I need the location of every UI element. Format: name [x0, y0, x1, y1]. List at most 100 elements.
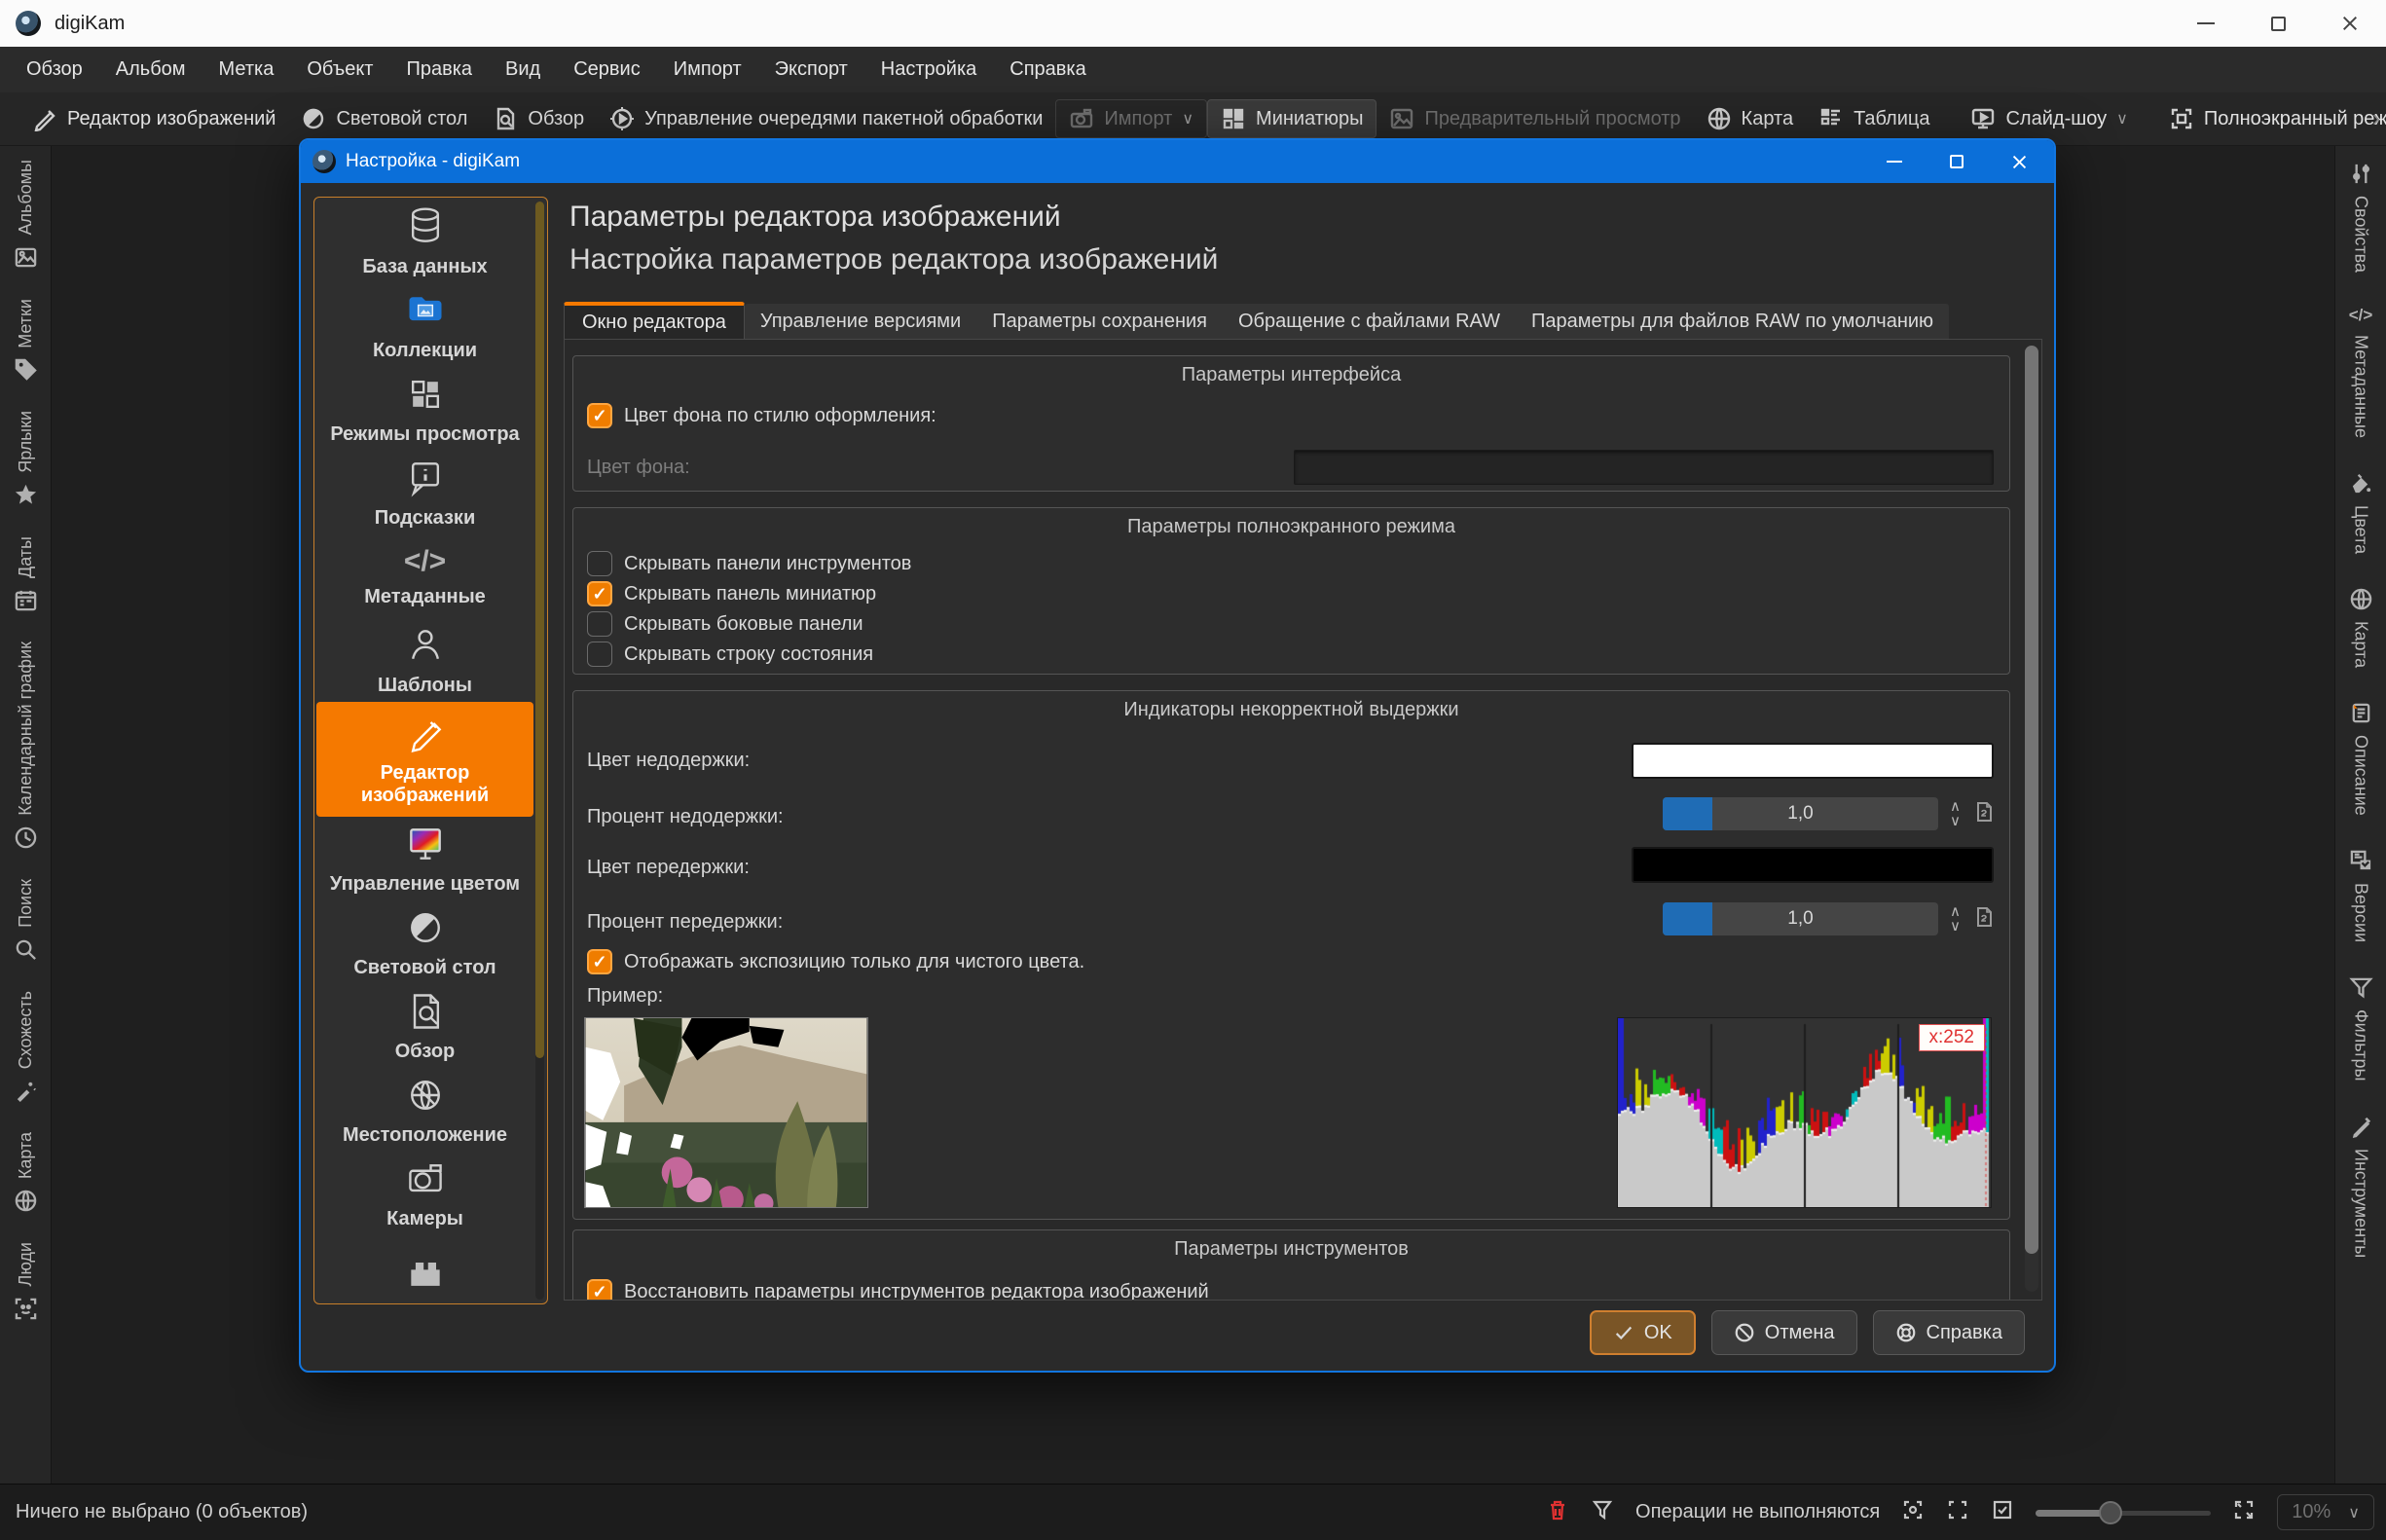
- close-button[interactable]: [2314, 0, 2386, 47]
- category-tooltips[interactable]: Подсказки: [316, 451, 533, 534]
- zoom-level-select[interactable]: 10% ∨: [2277, 1494, 2374, 1530]
- category-browse[interactable]: Обзор: [316, 984, 533, 1068]
- page-scrollbar[interactable]: [2025, 346, 2038, 1292]
- menu-tag[interactable]: Метка: [202, 47, 291, 92]
- toolbar-overflow-chevron-icon[interactable]: ›: [2372, 105, 2380, 132]
- sidebar-item-metadata[interactable]: </> Метаданные: [2349, 306, 2373, 438]
- hide-thumbbar-checkbox-row[interactable]: Скрывать панель миниатюр: [587, 581, 876, 606]
- spin-up-icon[interactable]: ∧: [1950, 905, 1961, 918]
- overexposure-color-swatch[interactable]: [1632, 847, 1994, 883]
- sidebar-item-timeline[interactable]: Календарный график: [14, 642, 38, 850]
- tab-versioning[interactable]: Управление версиями: [745, 311, 976, 333]
- dialog-minimize-button[interactable]: [1863, 140, 1926, 183]
- checkbox[interactable]: [587, 551, 612, 576]
- filter-button[interactable]: [1591, 1498, 1614, 1527]
- category-view-modes[interactable]: Режимы просмотра: [316, 367, 533, 451]
- sidebar-item-captions[interactable]: Описание: [2349, 701, 2373, 816]
- restore-tools-checkbox-row[interactable]: Восстановить параметры инструментов реда…: [587, 1279, 1209, 1301]
- sidebar-item-tools[interactable]: Инструменты: [2349, 1115, 2373, 1258]
- category-plugins[interactable]: [316, 1235, 533, 1302]
- zoom-slider[interactable]: [2036, 1503, 2211, 1522]
- tab-raw-defaults[interactable]: Параметры для файлов RAW по умолчанию: [1516, 311, 1949, 333]
- menu-item[interactable]: Объект: [290, 47, 389, 92]
- checkbox[interactable]: [587, 403, 612, 428]
- tab-editor-window[interactable]: Окно редактора: [564, 302, 745, 340]
- toolbar-batch-queue[interactable]: Управление очередями пакетной обработки: [597, 100, 1055, 137]
- menu-album[interactable]: Альбом: [99, 47, 202, 92]
- minimize-button[interactable]: [2170, 0, 2242, 47]
- toolbar-map[interactable]: Карта: [1694, 100, 1807, 137]
- pure-color-checkbox-row[interactable]: Отображать экспозицию только для чистого…: [587, 949, 1084, 974]
- dialog-close-button[interactable]: [1988, 140, 2050, 183]
- checkbox[interactable]: [587, 581, 612, 606]
- underexposure-percent-spinbox[interactable]: 1,0: [1663, 797, 1938, 830]
- menu-tools[interactable]: Сервис: [557, 47, 657, 92]
- checkbox[interactable]: [587, 1279, 612, 1301]
- ok-button[interactable]: OK: [1590, 1310, 1696, 1355]
- category-light-table[interactable]: Световой стол: [316, 900, 533, 984]
- reset-to-default-button[interactable]: [1972, 800, 1996, 828]
- fullscreen-button[interactable]: [2232, 1498, 2256, 1527]
- sidebar-item-people[interactable]: Люди: [14, 1242, 38, 1320]
- spin-up-icon[interactable]: ∧: [1950, 800, 1961, 813]
- zoom-100-button[interactable]: [1991, 1498, 2014, 1527]
- toolbar-slideshow[interactable]: Слайд-шоу ∨: [1958, 100, 2140, 137]
- menu-settings[interactable]: Настройка: [864, 47, 993, 92]
- sidebar-item-search[interactable]: Поиск: [14, 879, 38, 962]
- trash-button[interactable]: [1546, 1498, 1569, 1527]
- toolbar-image-editor[interactable]: Редактор изображений: [19, 100, 288, 137]
- category-color-management[interactable]: Управление цветом: [316, 817, 533, 900]
- reset-to-default-button[interactable]: [1972, 905, 1996, 934]
- menu-browse[interactable]: Обзор: [10, 47, 99, 92]
- sidebar-item-labels[interactable]: Ярлыки: [14, 411, 38, 507]
- menu-export[interactable]: Экспорт: [758, 47, 864, 92]
- toolbar-browse[interactable]: Обзор: [480, 100, 597, 137]
- underexposure-color-swatch[interactable]: [1632, 743, 1994, 779]
- toolbar-table[interactable]: Таблица: [1806, 100, 1942, 137]
- category-scrollbar-thumb[interactable]: [535, 202, 544, 1058]
- maximize-button[interactable]: [2242, 0, 2314, 47]
- hide-toolbars-checkbox-row[interactable]: Скрывать панели инструментов: [587, 551, 911, 576]
- category-scrollbar[interactable]: [535, 202, 544, 1300]
- menu-import[interactable]: Импорт: [657, 47, 758, 92]
- sidebar-item-dates[interactable]: Даты: [14, 536, 38, 612]
- menu-view[interactable]: Вид: [489, 47, 557, 92]
- sidebar-item-colors[interactable]: Цвета: [2349, 471, 2373, 554]
- sidebar-item-similarity[interactable]: Схожесть: [14, 991, 38, 1103]
- spin-down-icon[interactable]: ∨: [1950, 920, 1961, 933]
- category-database[interactable]: База данных: [316, 200, 533, 283]
- sidebar-item-tags[interactable]: Метки: [14, 299, 38, 383]
- category-collections[interactable]: Коллекции: [316, 283, 533, 367]
- dialog-titlebar[interactable]: Настройка - digiKam: [301, 140, 2054, 183]
- category-metadata[interactable]: </> Метаданные: [316, 534, 533, 618]
- checkbox[interactable]: [587, 642, 612, 667]
- sidebar-item-albums[interactable]: Альбомы: [14, 160, 38, 270]
- help-button[interactable]: Справка: [1873, 1310, 2025, 1355]
- hide-sidebars-checkbox-row[interactable]: Скрывать боковые панели: [587, 611, 863, 637]
- menu-edit[interactable]: Правка: [389, 47, 489, 92]
- sidebar-item-map[interactable]: Карта: [14, 1132, 38, 1213]
- toolbar-light-table[interactable]: Световой стол: [288, 100, 480, 137]
- checkbox[interactable]: [587, 949, 612, 974]
- checkbox[interactable]: [587, 611, 612, 637]
- category-templates[interactable]: Шаблоны: [316, 618, 533, 702]
- category-cameras[interactable]: Камеры: [316, 1152, 533, 1235]
- dialog-maximize-button[interactable]: [1926, 140, 1988, 183]
- zoom-fit-window-button[interactable]: [1946, 1498, 1969, 1527]
- hide-statusbar-checkbox-row[interactable]: Скрывать строку состояния: [587, 642, 873, 667]
- overexposure-percent-spinbox[interactable]: 1,0: [1663, 902, 1938, 935]
- toolbar-thumbnails[interactable]: Миниатюры: [1207, 99, 1377, 138]
- spin-arrows[interactable]: ∧∨: [1950, 905, 1961, 933]
- sidebar-item-map-right[interactable]: Карта: [2349, 587, 2373, 668]
- category-image-editor[interactable]: Редактор изображений: [316, 702, 533, 817]
- toolbar-fullscreen[interactable]: Полноэкранный режим: [2156, 100, 2386, 137]
- zoom-fit-selection-button[interactable]: [1901, 1498, 1925, 1527]
- sidebar-item-versions[interactable]: Версии: [2349, 849, 2373, 942]
- menu-help[interactable]: Справка: [993, 47, 1102, 92]
- sidebar-item-filters[interactable]: Фильтры: [2349, 975, 2373, 1081]
- theme-background-checkbox-row[interactable]: Цвет фона по стилю оформления:: [587, 403, 936, 428]
- tab-save-settings[interactable]: Параметры сохранения: [976, 311, 1223, 333]
- category-location[interactable]: Местоположение: [316, 1068, 533, 1152]
- tab-raw-behavior[interactable]: Обращение с файлами RAW: [1223, 311, 1516, 333]
- page-scrollbar-thumb[interactable]: [2025, 346, 2038, 1254]
